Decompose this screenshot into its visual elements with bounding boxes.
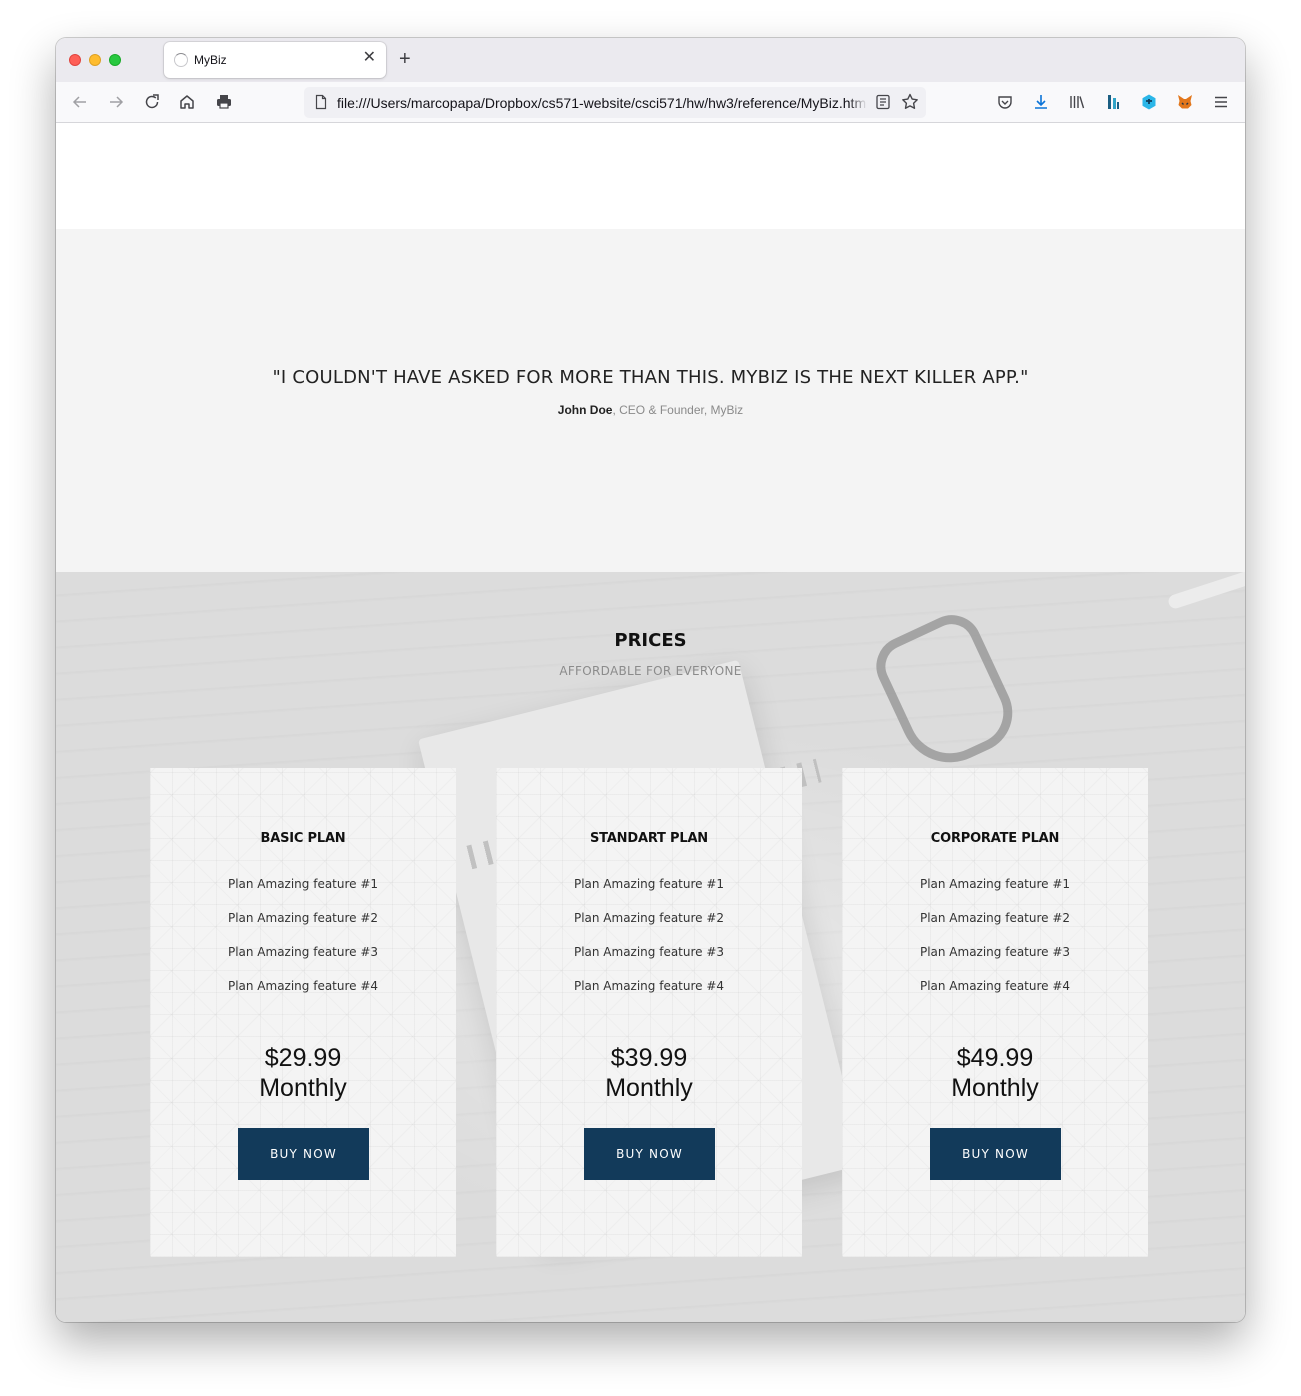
testimonial-byline: John Doe, CEO & Founder, MyBiz	[56, 403, 1245, 417]
home-icon[interactable]	[175, 90, 199, 114]
feature-item: Plan Amazing feature #2	[919, 911, 1071, 925]
forward-icon[interactable]	[104, 90, 128, 114]
plan-price: $39.99	[610, 1044, 688, 1072]
buy-now-button[interactable]: BUY NOW	[584, 1128, 715, 1180]
new-tab-icon[interactable]: +	[399, 49, 411, 69]
feature-item: Plan Amazing feature #4	[227, 979, 379, 993]
plan-period: Monthly	[259, 1074, 347, 1102]
navigation-toolbar: file:///Users/marcopapa/Dropbox/cs571-we…	[56, 82, 1245, 123]
pricing-card-standart: STANDART PLAN Plan Amazing feature #1 Pl…	[496, 768, 802, 1257]
feature-list: Plan Amazing feature #1 Plan Amazing fea…	[842, 877, 1148, 1013]
plan-name: STANDART PLAN	[590, 831, 708, 846]
feature-item: Plan Amazing feature #3	[227, 945, 379, 959]
feature-item: Plan Amazing feature #4	[919, 979, 1071, 993]
url-text: file:///Users/marcopapa/Dropbox/cs571-we…	[337, 95, 867, 111]
feature-item: Plan Amazing feature #2	[573, 911, 725, 925]
feature-item: Plan Amazing feature #3	[919, 945, 1071, 959]
testimonial-quote: "I COULDN'T HAVE ASKED FOR MORE THAN THI…	[272, 367, 1029, 388]
plan-name: BASIC PLAN	[260, 831, 346, 846]
page-icon	[315, 94, 327, 110]
feature-item: Plan Amazing feature #3	[573, 945, 725, 959]
library-icon[interactable]	[1065, 90, 1089, 114]
pricing-card-corporate: CORPORATE PLAN Plan Amazing feature #1 P…	[842, 768, 1148, 1257]
reader-view-icon[interactable]	[874, 93, 892, 111]
plan-name: CORPORATE PLAN	[930, 831, 1060, 846]
metamask-fox-icon[interactable]	[1173, 90, 1197, 114]
bookmark-star-icon[interactable]	[900, 92, 920, 112]
feature-list: Plan Amazing feature #1 Plan Amazing fea…	[496, 877, 802, 1013]
extension-cube-icon[interactable]	[1137, 90, 1161, 114]
minimize-window-button[interactable]	[89, 54, 101, 66]
feature-item: Plan Amazing feature #4	[573, 979, 725, 993]
testimonial-author: John Doe	[557, 403, 613, 417]
loading-spinner-icon	[174, 53, 188, 67]
feature-list: Plan Amazing feature #1 Plan Amazing fea…	[150, 877, 456, 1013]
tab-mybiz[interactable]: MyBiz ✕	[164, 42, 386, 78]
testimonial-section: "I COULDN'T HAVE ASKED FOR MORE THAN THI…	[56, 229, 1245, 572]
close-window-button[interactable]	[69, 54, 81, 66]
reload-icon[interactable]	[140, 90, 164, 114]
pricing-card-basic: BASIC PLAN Plan Amazing feature #1 Plan …	[150, 768, 456, 1257]
feature-item: Plan Amazing feature #1	[573, 877, 725, 891]
plan-price: $49.99	[956, 1044, 1034, 1072]
feature-item: Plan Amazing feature #1	[227, 877, 379, 891]
zoom-window-button[interactable]	[109, 54, 121, 66]
background-pen-image	[1166, 572, 1245, 611]
buy-now-button[interactable]: BUY NOW	[238, 1128, 369, 1180]
plan-period: Monthly	[605, 1074, 693, 1102]
tab-strip: MyBiz ✕ +	[56, 38, 1245, 82]
download-icon[interactable]	[1029, 90, 1053, 114]
prices-section: PRICES AFFORDABLE FOR EVERYONE BASIC PLA…	[56, 572, 1245, 1322]
print-icon[interactable]	[212, 90, 236, 114]
prices-title: PRICES	[614, 630, 687, 651]
testimonial-role: , CEO & Founder, MyBiz	[612, 403, 744, 417]
menu-icon[interactable]	[1209, 90, 1233, 114]
buy-now-button[interactable]: BUY NOW	[930, 1128, 1061, 1180]
url-bar[interactable]: file:///Users/marcopapa/Dropbox/cs571-we…	[304, 87, 926, 118]
prices-subtitle: AFFORDABLE FOR EVERYONE	[559, 664, 742, 678]
plan-period: Monthly	[951, 1074, 1039, 1102]
back-icon[interactable]	[68, 90, 92, 114]
browser-window: MyBiz ✕ + file:///Users/marcopapa/Dropbo…	[56, 38, 1245, 1322]
tab-title: MyBiz	[194, 53, 227, 67]
extension-icon[interactable]	[1101, 90, 1125, 114]
tab-close-icon[interactable]: ✕	[363, 50, 376, 66]
plan-price: $29.99	[264, 1044, 342, 1072]
pocket-icon[interactable]	[993, 90, 1017, 114]
page-viewport: "I COULDN'T HAVE ASKED FOR MORE THAN THI…	[56, 123, 1245, 1322]
navbar-area	[56, 123, 1245, 229]
feature-item: Plan Amazing feature #1	[919, 877, 1071, 891]
feature-item: Plan Amazing feature #2	[227, 911, 379, 925]
